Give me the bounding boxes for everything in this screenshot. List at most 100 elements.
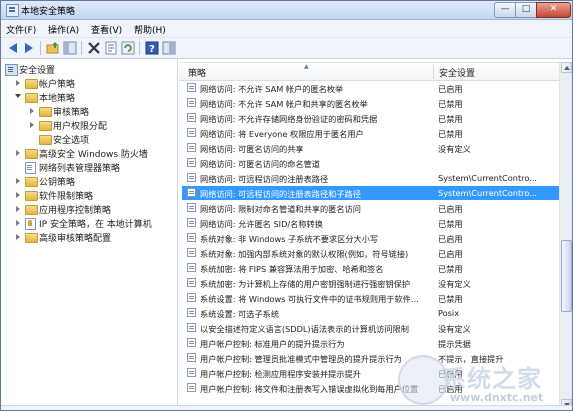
menu-file[interactable]: 文件(F) bbox=[6, 23, 36, 36]
policy-icon bbox=[187, 158, 196, 167]
policy-name: 系统对象: 加强内部系统对象的默认权限(例如，符号链接) bbox=[200, 249, 409, 259]
window-title: 本地安全策略 bbox=[21, 7, 76, 17]
policy-name: 网络访问: 不允许存储网络身份验证的密码和凭据 bbox=[200, 114, 378, 124]
panel-icon[interactable] bbox=[162, 41, 176, 55]
folder-icon bbox=[25, 93, 38, 103]
policy-setting: Posix bbox=[438, 308, 460, 318]
show-tree-icon[interactable] bbox=[63, 41, 77, 55]
folder-icon bbox=[25, 191, 38, 201]
collapse-arrow-icon[interactable] bbox=[15, 94, 21, 98]
scroll-up-button[interactable] bbox=[561, 62, 572, 73]
expand-arrow-icon[interactable] bbox=[16, 80, 20, 86]
policy-setting: 已禁用 bbox=[438, 99, 463, 109]
policy-setting: 已禁用 bbox=[438, 114, 463, 124]
table-row[interactable]: 网络访问: 将 Everyone 权限应用于匿名用户 已禁用 bbox=[182, 126, 559, 140]
refresh-icon[interactable] bbox=[121, 41, 135, 55]
policy-icon bbox=[187, 383, 196, 392]
expand-arrow-icon[interactable] bbox=[16, 192, 20, 198]
tree-item-label: 高级安全 Windows 防火墙 bbox=[39, 150, 148, 160]
app-icon bbox=[6, 4, 19, 17]
expand-arrow-icon[interactable] bbox=[30, 108, 34, 114]
menu-view[interactable]: 查看(V) bbox=[91, 23, 122, 36]
table-row[interactable]: 网络访问: 可远程访问的注册表路径 System\CurrentContro... bbox=[182, 171, 559, 185]
policy-name: 网络访问: 限制对命名管道和共享的匿名访问 bbox=[200, 204, 361, 214]
table-row[interactable]: 以安全描述符定义语言(SDDL)语法表示的计算机访问限制 没有定义 bbox=[182, 321, 559, 335]
tree-item-label: 应用程序控制策略 bbox=[39, 206, 112, 216]
expand-arrow-icon[interactable] bbox=[16, 150, 20, 156]
policy-setting: 提示凭据 bbox=[438, 339, 471, 349]
up-folder-icon[interactable] bbox=[46, 41, 60, 55]
table-row[interactable]: 网络访问: 可匿名访问的命名管道 bbox=[182, 156, 559, 170]
maximize-button[interactable]: □ bbox=[515, 2, 537, 18]
tree-item-label: 安全设置 bbox=[19, 66, 56, 76]
watermark-logo-icon bbox=[398, 355, 448, 405]
table-row[interactable]: 网络访问: 允许匿名 SID/名称转换 已禁用 bbox=[182, 216, 559, 230]
expand-arrow-icon[interactable] bbox=[16, 234, 20, 240]
tree-item-label: 本地策略 bbox=[39, 94, 76, 104]
delete-icon[interactable] bbox=[87, 41, 101, 55]
table-row[interactable]: 系统加密: 为计算机上存储的用户密钥强制进行强密钥保护 没有定义 bbox=[182, 276, 559, 290]
sort-indicator-icon: ▲ bbox=[304, 63, 309, 70]
console-tree: 安全设置 帐户策略 本地策略 审核策略 用户权限分配 安全选项 高级安全 Win… bbox=[1, 59, 178, 410]
policy-name: 系统加密: 为计算机上存储的用户密钥强制进行强密钥保护 bbox=[200, 279, 411, 289]
minimize-button[interactable]: — bbox=[494, 2, 516, 18]
policy-setting: 已禁用 bbox=[438, 294, 463, 304]
table-row-selected[interactable]: 网络访问: 可远程访问的注册表路径和子路径 System\CurrentContr… bbox=[182, 186, 559, 200]
policy-setting: 已禁用 bbox=[438, 129, 463, 139]
title-bar[interactable]: 本地安全策略 — □ ✕ bbox=[1, 1, 572, 20]
column-header-row: ▲ 策略 安全设置 bbox=[179, 62, 559, 81]
policy-setting: System\CurrentContro... bbox=[438, 188, 538, 198]
table-row[interactable]: 系统加密: 将 FIPS 兼容算法用于加密、哈希和签名 已禁用 bbox=[182, 261, 559, 275]
table-row[interactable]: 网络访问: 可匿名访问的共享 没有定义 bbox=[182, 141, 559, 155]
table-row[interactable]: 系统对象: 非 Windows 子系统不要求区分大小写 已启用 bbox=[182, 231, 559, 245]
scroll-thumb[interactable] bbox=[561, 240, 572, 312]
policy-icon bbox=[187, 248, 196, 257]
policy-name: 用户帐户控制: 标准用户的提升提示行为 bbox=[200, 339, 345, 349]
properties-icon[interactable] bbox=[104, 41, 118, 55]
expand-arrow-icon[interactable] bbox=[30, 122, 34, 128]
menu-action[interactable]: 操作(A) bbox=[48, 23, 79, 36]
table-row[interactable]: 网络访问: 不允许 SAM 帐户的匿名枚举 已启用 bbox=[182, 81, 559, 95]
policy-icon bbox=[187, 128, 196, 137]
policy-icon bbox=[187, 278, 196, 287]
column-header-policy[interactable]: 策略 bbox=[188, 66, 206, 79]
forward-icon[interactable] bbox=[22, 41, 36, 55]
back-icon[interactable] bbox=[6, 41, 20, 55]
policy-icon bbox=[187, 83, 196, 92]
close-button[interactable]: ✕ bbox=[536, 2, 571, 18]
policy-name: 系统加密: 将 FIPS 兼容算法用于加密、哈希和签名 bbox=[200, 264, 384, 274]
table-row[interactable]: 系统对象: 加强内部系统对象的默认权限(例如，符号链接) 已启用 bbox=[182, 246, 559, 260]
folder-icon bbox=[25, 149, 38, 159]
policy-icon bbox=[187, 218, 196, 227]
policy-icon bbox=[187, 143, 196, 152]
column-header-setting[interactable]: 安全设置 bbox=[439, 66, 475, 79]
security-settings-icon bbox=[5, 64, 18, 76]
folder-icon bbox=[39, 135, 52, 145]
expand-arrow-icon[interactable] bbox=[16, 206, 20, 212]
table-row[interactable]: 系统设置: 将 Windows 可执行文件中的证书规则用于软件... 已禁用 bbox=[182, 291, 559, 305]
table-row[interactable]: 网络访问: 限制对命名管道和共享的匿名访问 已启用 bbox=[182, 201, 559, 215]
table-row[interactable]: 系统设置: 可选子系统 Posix bbox=[182, 306, 559, 320]
policy-setting: 已启用 bbox=[438, 84, 463, 94]
tree-item-label: 软件限制策略 bbox=[39, 192, 94, 202]
help-icon[interactable]: ? bbox=[145, 41, 159, 55]
expand-arrow-icon[interactable] bbox=[16, 178, 20, 184]
policy-setting: 没有定义 bbox=[438, 324, 471, 334]
expand-arrow-icon[interactable] bbox=[16, 220, 20, 226]
tree-item-label: 高级审核策略配置 bbox=[39, 234, 112, 244]
menu-help[interactable]: 帮助(H) bbox=[134, 23, 166, 36]
document-icon bbox=[25, 162, 36, 174]
folder-icon bbox=[39, 107, 52, 117]
table-row[interactable]: 网络访问: 不允许 SAM 帐户和共享的匿名枚举 已禁用 bbox=[182, 96, 559, 110]
toolbar-separator bbox=[81, 41, 82, 55]
folder-icon bbox=[25, 233, 38, 243]
policy-icon bbox=[187, 113, 196, 122]
policy-icon bbox=[187, 233, 196, 242]
toolbar-separator bbox=[40, 41, 41, 55]
watermark-text: 系统之家 bbox=[442, 365, 542, 393]
table-row[interactable]: 用户帐户控制: 标准用户的提升提示行为 提示凭据 bbox=[182, 336, 559, 350]
policy-name: 网络访问: 不允许 SAM 帐户和共享的匿名枚举 bbox=[200, 99, 368, 109]
column-divider[interactable] bbox=[433, 64, 434, 79]
policy-name: 系统对象: 非 Windows 子系统不要求区分大小写 bbox=[200, 234, 379, 244]
table-row[interactable]: 网络访问: 不允许存储网络身份验证的密码和凭据 已禁用 bbox=[182, 111, 559, 125]
